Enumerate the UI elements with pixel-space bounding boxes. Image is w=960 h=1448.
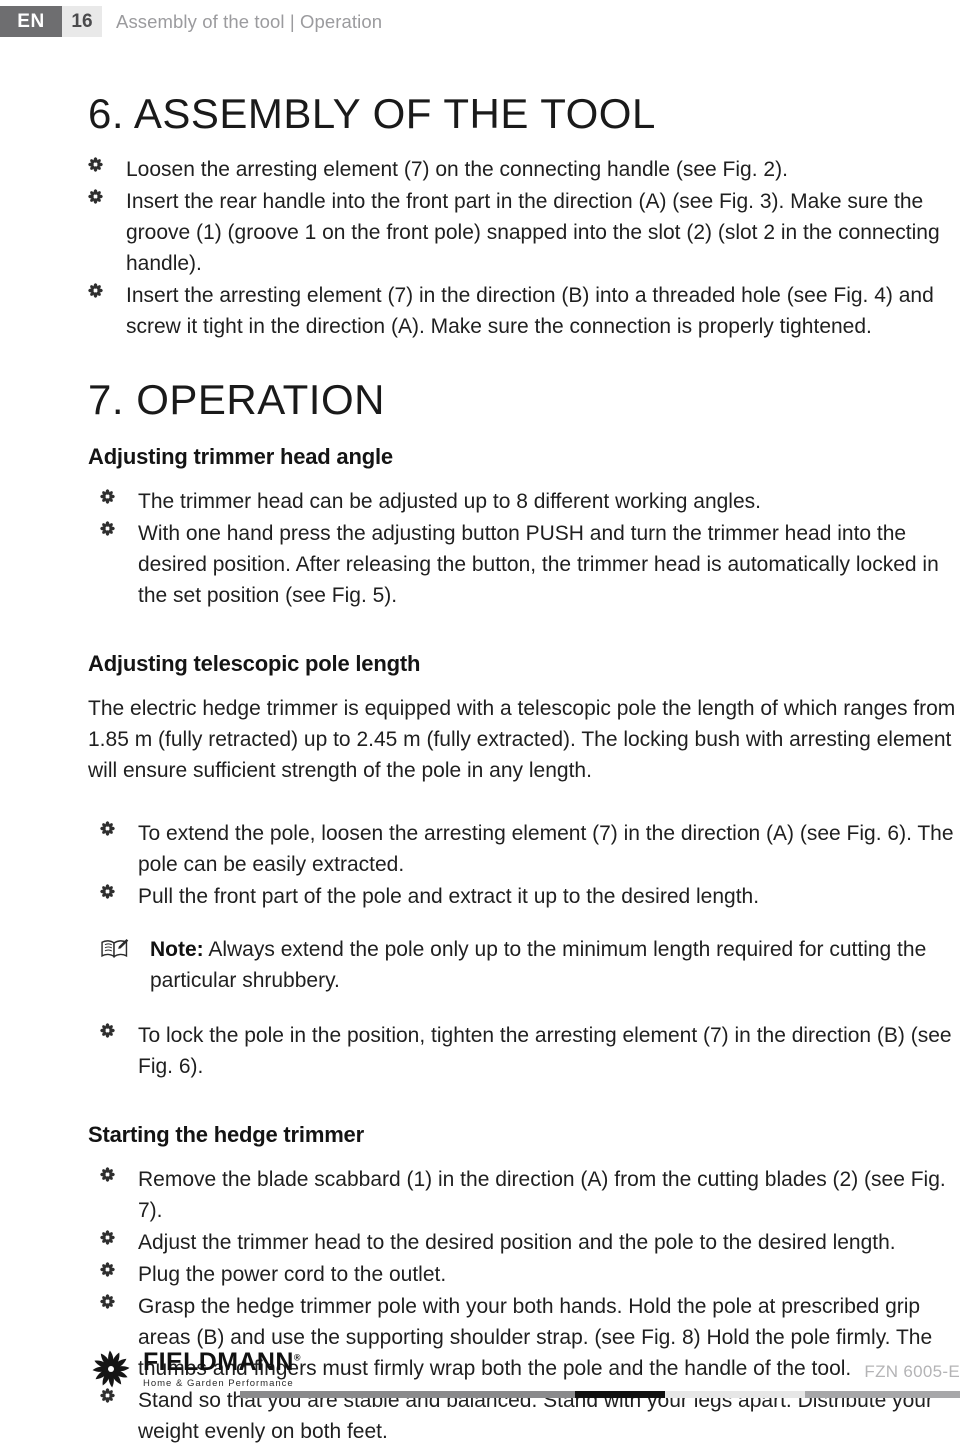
- footer-decorative-bar: [240, 1391, 960, 1398]
- header-language-badge: EN: [0, 6, 62, 37]
- list-item-text: Insert the rear handle into the front pa…: [126, 190, 940, 276]
- list-item-text: Remove the blade scabbard (1) in the dir…: [138, 1168, 946, 1223]
- list-item: To extend the pole, loosen the arresting…: [100, 818, 960, 880]
- subheading-adjusting-trimmer-head-angle: Adjusting trimmer head angle: [88, 444, 393, 470]
- header-breadcrumb-title: Assembly of the tool | Operation: [116, 10, 383, 32]
- footer-bar-segment-3: [665, 1391, 805, 1398]
- flower-bullet-icon: [100, 1023, 118, 1041]
- flower-bullet-icon: [100, 521, 118, 539]
- document-content: 6. ASSEMBLY OF THE TOOL Loosen the arres…: [88, 90, 960, 1448]
- flower-bullet-icon: [100, 1167, 118, 1185]
- note-label: Note:: [150, 938, 204, 962]
- list-item-text: Adjust the trimmer head to the desired p…: [138, 1231, 896, 1255]
- list-item-text: Loosen the arresting element (7) on the …: [126, 158, 788, 182]
- list-item: Pull the front part of the pole and extr…: [100, 881, 960, 912]
- flower-bullet-icon: [100, 489, 118, 507]
- pole-extend-bullet-list: To extend the pole, loosen the arresting…: [100, 818, 960, 912]
- flower-bullet-icon: [100, 1230, 118, 1248]
- list-item: To lock the pole in the position, tighte…: [100, 1020, 960, 1082]
- list-item: Insert the rear handle into the front pa…: [88, 186, 960, 279]
- flower-bullet-icon: [88, 283, 106, 301]
- list-item: Adjust the trimmer head to the desired p…: [100, 1227, 960, 1258]
- header-page-number: 16: [62, 6, 102, 37]
- pinwheel-logo-icon: [88, 1346, 134, 1392]
- brand-logo-text: FIELDMANN® Home & Garden Performance: [143, 1347, 301, 1389]
- list-item-text: To extend the pole, loosen the arresting…: [138, 822, 954, 877]
- brand-tagline: Home & Garden Performance: [143, 1377, 294, 1389]
- list-item: With one hand press the adjusting button…: [100, 518, 960, 611]
- note-text: Always extend the pole only up to the mi…: [150, 938, 927, 993]
- list-item: The trimmer head can be adjusted up to 8…: [100, 486, 960, 517]
- telescopic-pole-paragraph: The electric hedge trimmer is equipped w…: [88, 697, 956, 783]
- subheading-starting-the-hedge-trimmer: Starting the hedge trimmer: [88, 1122, 364, 1148]
- head-angle-bullet-list: The trimmer head can be adjusted up to 8…: [100, 486, 960, 611]
- page-footer: FIELDMANN® Home & Garden Performance FZN…: [0, 1336, 960, 1406]
- list-item: Plug the power cord to the outlet.: [100, 1259, 960, 1290]
- note-callout: Note: Always extend the pole only up to …: [100, 934, 960, 996]
- list-item-text: Plug the power cord to the outlet.: [138, 1263, 447, 1287]
- flower-bullet-icon: [100, 1294, 118, 1312]
- page-running-header: EN 16 Assembly of the tool | Operation: [0, 6, 960, 37]
- flower-bullet-icon: [100, 1262, 118, 1280]
- footer-bar-segment-2: [575, 1391, 665, 1398]
- section-heading-assembly: 6. ASSEMBLY OF THE TOOL: [88, 90, 656, 137]
- flower-bullet-icon: [88, 157, 106, 175]
- list-item-text: The trimmer head can be adjusted up to 8…: [138, 490, 761, 514]
- list-item-text: Insert the arresting element (7) in the …: [126, 284, 934, 339]
- list-item-text: With one hand press the adjusting button…: [138, 522, 939, 608]
- model-number: FZN 6005-E: [864, 1362, 960, 1381]
- open-book-pencil-icon: [100, 938, 132, 962]
- pole-lock-bullet-list: To lock the pole in the position, tighte…: [100, 1020, 960, 1082]
- footer-bar-segment-4: [805, 1391, 960, 1398]
- flower-bullet-icon: [88, 189, 106, 207]
- list-item-text: To lock the pole in the position, tighte…: [138, 1024, 952, 1079]
- registered-mark: ®: [293, 1352, 301, 1363]
- flower-bullet-icon: [100, 884, 118, 902]
- flower-bullet-icon: [100, 821, 118, 839]
- list-item: Loosen the arresting element (7) on the …: [88, 154, 960, 185]
- list-item-text: Pull the front part of the pole and extr…: [138, 885, 760, 909]
- footer-bar-segment-1: [240, 1391, 575, 1398]
- section-heading-operation: 7. OPERATION: [88, 376, 385, 424]
- brand-name: FIELDMANN®: [143, 1347, 301, 1376]
- brand-logo: FIELDMANN® Home & Garden Performance: [88, 1346, 301, 1392]
- subheading-adjusting-telescopic-pole-length: Adjusting telescopic pole length: [88, 651, 421, 677]
- list-item: Insert the arresting element (7) in the …: [88, 280, 960, 342]
- list-item: Remove the blade scabbard (1) in the dir…: [100, 1164, 960, 1226]
- assembly-bullet-list: Loosen the arresting element (7) on the …: [88, 154, 960, 342]
